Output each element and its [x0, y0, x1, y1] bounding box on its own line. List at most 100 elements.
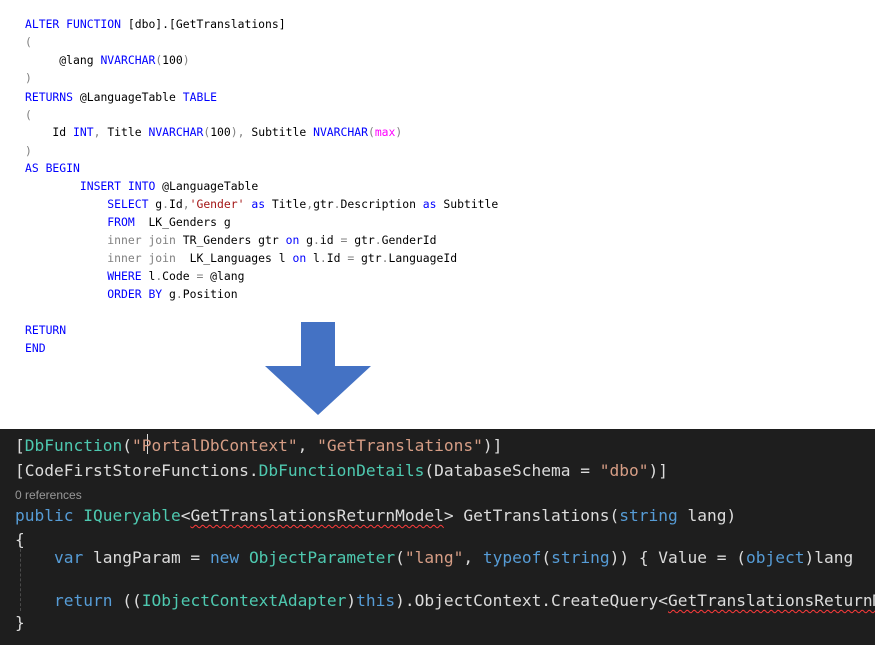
csharp-token: typeof	[482, 548, 542, 567]
sql-token: .	[313, 233, 320, 247]
sql-token: gtr	[354, 251, 382, 265]
codelens-references[interactable]: 0 references	[15, 487, 82, 503]
csharp-token: (	[541, 548, 552, 567]
sql-token: .	[374, 233, 382, 247]
csharp-token: )lang	[804, 548, 854, 567]
csharp-token: ).ObjectContext.CreateQuery<	[395, 591, 669, 610]
csharp-token	[239, 548, 249, 567]
csharp-token: ,	[463, 548, 483, 567]
sql-token: gtr	[347, 233, 375, 247]
sql-token: l	[306, 251, 320, 265]
sql-code-line: END	[25, 340, 46, 356]
sql-token: Title	[107, 125, 149, 139]
sql-token: NVARCHAR	[100, 53, 156, 67]
sql-code-line: FROM LK_Genders g	[25, 214, 231, 230]
sql-token: TABLE	[182, 90, 218, 104]
csharp-token: this	[356, 591, 396, 610]
csharp-token: > GetTranslations(	[443, 506, 620, 525]
sql-token: )	[395, 125, 403, 139]
csharp-code-line: public IQueryable<GetTranslationsReturnM…	[15, 504, 736, 528]
csharp-editor-panel[interactable]: 0 references [DbFunction("PortalDbContex…	[0, 429, 875, 645]
sql-token: .	[333, 197, 341, 211]
sql-code-line: AS BEGIN	[25, 160, 80, 176]
sql-token: 100	[210, 125, 231, 139]
sql-code-line: INSERT INTO @LanguageTable	[25, 178, 258, 194]
csharp-token	[15, 591, 54, 610]
csharp-token: ObjectParameter	[248, 548, 396, 567]
csharp-token: DbFunctionDetails	[258, 461, 425, 480]
sql-token: TR_Genders gtr	[175, 233, 286, 247]
sql-code-line: inner join TR_Genders gtr on g.id = gtr.…	[25, 232, 436, 248]
sql-token: g	[162, 287, 176, 301]
sql-token: (	[367, 125, 375, 139]
sql-token: NVARCHAR	[148, 125, 204, 139]
sql-token: INT	[73, 125, 94, 139]
csharp-token: DbFunction	[24, 436, 123, 455]
csharp-token: IQueryable	[83, 506, 181, 525]
csharp-token: [	[15, 436, 25, 455]
sql-token: WHERE	[25, 269, 142, 283]
csharp-code-line: var langParam = new ObjectParameter("lan…	[15, 546, 853, 570]
sql-token: )	[25, 71, 32, 85]
csharp-token: )) { Value = (	[609, 548, 747, 567]
sql-code-line: )	[25, 70, 32, 86]
sql-token: @lang	[25, 53, 101, 67]
sql-code-line: RETURNS @LanguageTable TABLE	[25, 89, 217, 105]
csharp-token: (	[122, 436, 132, 455]
sql-token: 100	[162, 53, 183, 67]
sql-token: LanguageId	[388, 251, 458, 265]
sql-token: (	[25, 108, 32, 122]
sql-token: Position	[182, 287, 238, 301]
csharp-token: )]	[482, 436, 503, 455]
sql-token: as	[415, 197, 444, 211]
sql-code-line: WHERE l.Code = @lang	[25, 268, 244, 284]
sql-token: inner join	[25, 233, 176, 247]
sql-token: LK_Genders g	[134, 215, 231, 229]
sql-token: [dbo].[GetTranslations]	[121, 17, 286, 31]
csharp-token: ,	[297, 436, 318, 455]
csharp-token: return	[53, 591, 113, 610]
sql-token: on	[285, 233, 300, 247]
sql-token: .	[175, 287, 183, 301]
csharp-code-line: }	[15, 611, 25, 635]
sql-token: Subtitle	[443, 197, 499, 211]
sql-token: on	[292, 251, 307, 265]
sql-token: Subtitle	[251, 125, 314, 139]
csharp-token: ((	[112, 591, 142, 610]
sql-code-line: @lang NVARCHAR(100)	[25, 52, 189, 68]
sql-token: INSERT INTO	[25, 179, 156, 193]
csharp-token: string	[551, 548, 610, 567]
sql-token: RETURN	[25, 323, 67, 337]
sql-token: FROM	[25, 215, 135, 229]
sql-token: Id	[25, 125, 74, 139]
sql-editor-panel[interactable]: ALTER FUNCTION [dbo].[GetTranslations]( …	[0, 0, 875, 425]
sql-code-line: SELECT g.Id,'Gender' as Title,gtr.Descri…	[25, 196, 498, 212]
sql-token: (	[25, 35, 32, 49]
csharp-token: [CodeFirstStoreFunctions.	[15, 461, 259, 480]
sql-token: Id	[326, 251, 348, 265]
csharp-token: "lang"	[404, 548, 464, 567]
sql-token: @LanguageTable	[155, 179, 259, 193]
arrow-down-icon	[265, 322, 371, 415]
csharp-token: IObjectContextAdapter	[141, 591, 347, 610]
csharp-token: new	[209, 548, 240, 567]
csharp-code-line: return ((IObjectContextAdapter)this).Obj…	[15, 589, 875, 613]
csharp-token: (	[395, 548, 405, 567]
sql-token: 'Gender'	[189, 197, 245, 211]
error-squiggle-token: GetTranslationsReturnModel	[668, 591, 875, 610]
sql-token: AS BEGIN	[25, 161, 80, 175]
sql-token: LK_Languages l	[175, 251, 293, 265]
csharp-token	[15, 548, 54, 567]
sql-token: )	[25, 144, 32, 158]
sql-token: max	[374, 125, 396, 139]
sql-code-line: (	[25, 107, 32, 123]
sql-token: NVARCHAR	[313, 125, 368, 139]
sql-code-line: Id INT, Title NVARCHAR(100), Subtitle NV…	[25, 124, 402, 140]
csharp-token: lang)	[677, 506, 737, 525]
sql-token: as	[244, 197, 272, 211]
sql-code-line: )	[25, 143, 32, 159]
sql-token: Code	[162, 269, 197, 283]
sql-token: ,	[93, 125, 108, 139]
csharp-code-line: [DbFunction("PortalDbContext", "GetTrans…	[15, 434, 502, 458]
csharp-token: object	[746, 548, 805, 567]
